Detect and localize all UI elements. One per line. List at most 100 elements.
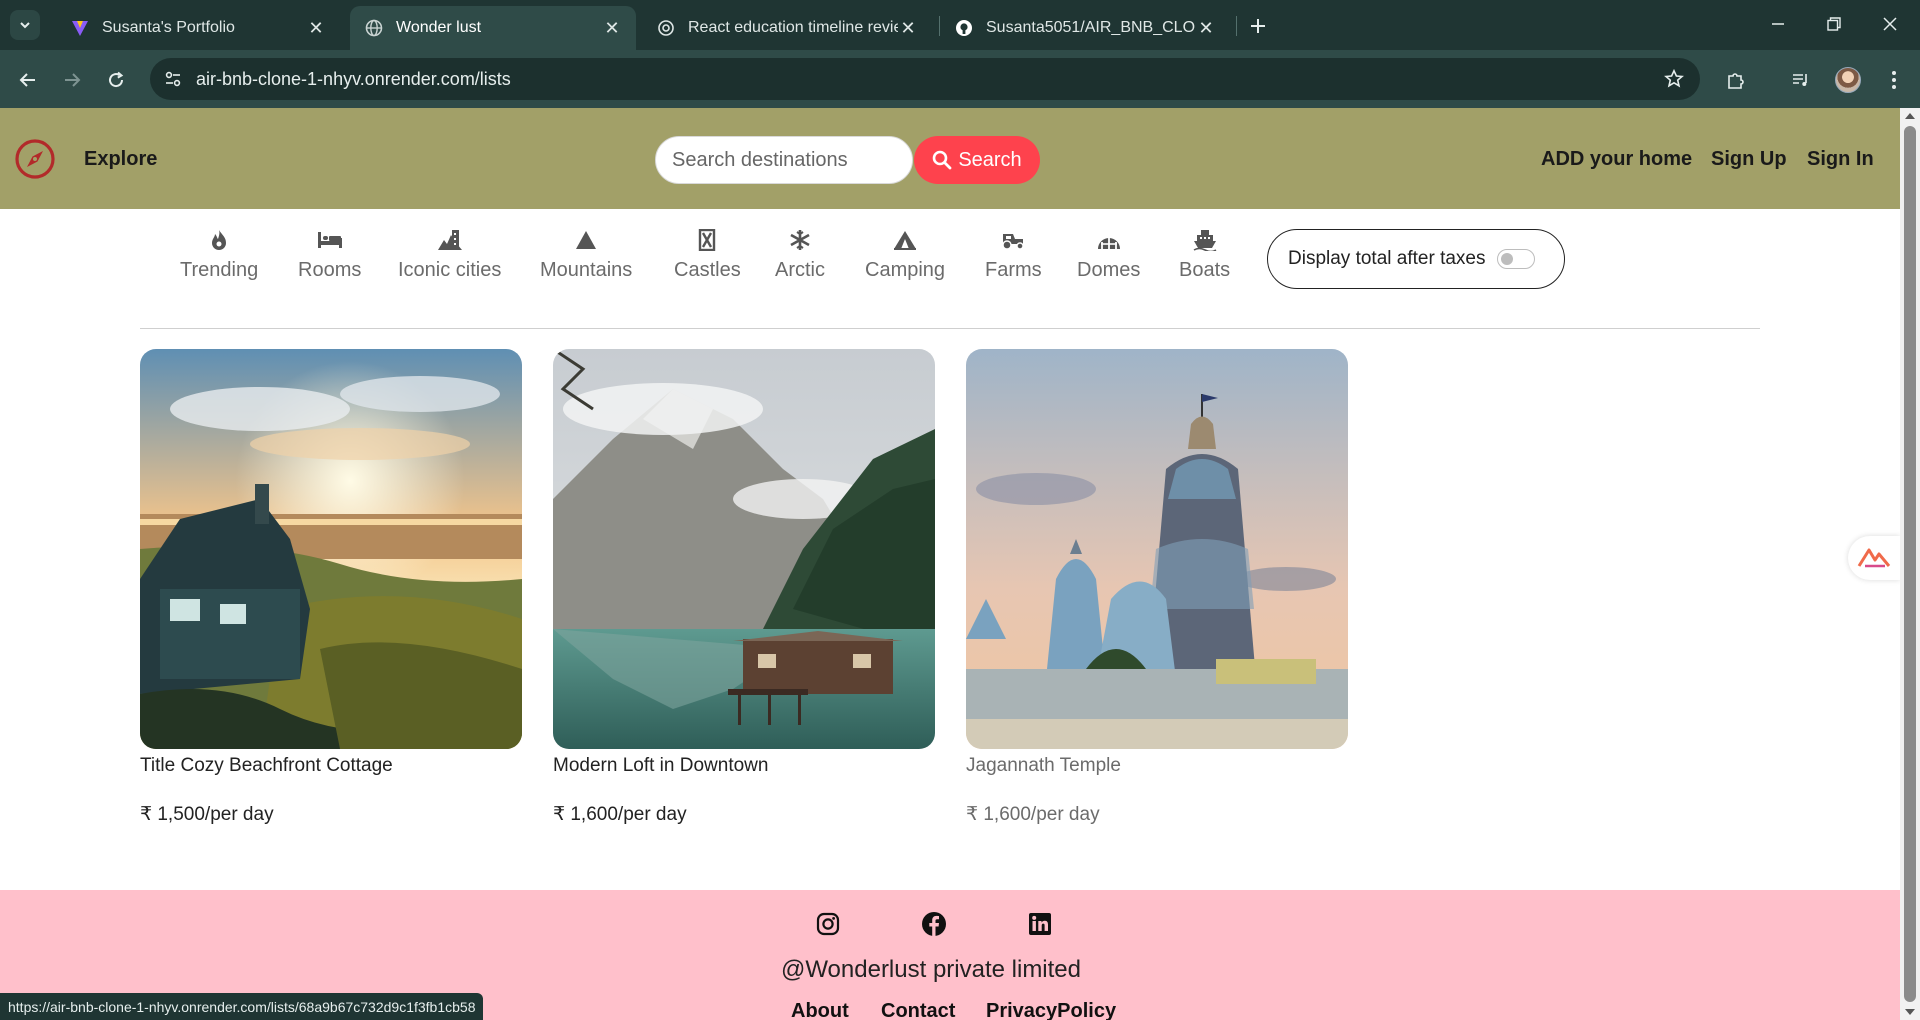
listing-image-beach-cottage[interactable] bbox=[140, 349, 522, 749]
filter-camping[interactable]: Camping bbox=[865, 227, 945, 282]
filter-label: Mountains bbox=[540, 259, 633, 281]
chevron-down-icon bbox=[20, 22, 30, 29]
reload-button[interactable] bbox=[100, 64, 132, 96]
filter-trending[interactable]: Trending bbox=[180, 227, 258, 282]
filter-rooms[interactable]: Rooms bbox=[298, 227, 361, 282]
copyright-text: @Wonderlust private limited bbox=[780, 956, 1082, 983]
plus-icon bbox=[1251, 19, 1265, 33]
profile-button[interactable] bbox=[1832, 64, 1864, 96]
bookmark-star-icon[interactable] bbox=[1662, 67, 1686, 91]
close-window-button[interactable] bbox=[1862, 0, 1918, 48]
listing-card[interactable]: Title Cozy Beachfront Cottage ₹ 1,500/pe… bbox=[140, 349, 522, 826]
footer-link-privacy[interactable]: PrivacyPolicy bbox=[986, 1000, 1116, 1020]
search-input[interactable] bbox=[655, 136, 913, 184]
filter-arctic[interactable]: Arctic bbox=[775, 227, 825, 282]
tab-search-button[interactable] bbox=[10, 10, 40, 40]
minimize-icon bbox=[1772, 23, 1784, 25]
tab-title: Wonder lust bbox=[396, 19, 482, 36]
explore-link[interactable]: Explore bbox=[84, 148, 157, 171]
assistant-extension-button[interactable] bbox=[1848, 536, 1900, 580]
vite-logo-icon bbox=[70, 18, 90, 38]
search-button[interactable]: Search bbox=[914, 136, 1040, 184]
arrow-left-icon bbox=[19, 73, 35, 87]
filter-domes[interactable]: Domes bbox=[1077, 227, 1140, 282]
restore-icon bbox=[1827, 17, 1841, 31]
city-icon bbox=[437, 227, 463, 253]
scroll-down-icon[interactable] bbox=[1900, 1004, 1920, 1020]
listing-title[interactable]: Modern Loft in Downtown bbox=[553, 755, 935, 777]
footer-link-contact[interactable]: Contact bbox=[881, 1000, 955, 1020]
back-button[interactable] bbox=[12, 64, 44, 96]
listing-price: ₹ 1,500/per day bbox=[140, 804, 274, 825]
more-vertical-icon bbox=[1892, 71, 1896, 89]
filter-label: Boats bbox=[1179, 259, 1231, 281]
tractor-icon bbox=[1000, 227, 1026, 253]
close-icon[interactable]: ✕ bbox=[306, 18, 326, 38]
footer-link-about[interactable]: About bbox=[791, 1000, 849, 1020]
tab-separator bbox=[1236, 16, 1237, 36]
add-home-link[interactable]: ADD your home bbox=[1541, 148, 1692, 171]
filter-label: Camping bbox=[865, 259, 946, 281]
filter-label: Rooms bbox=[298, 259, 362, 281]
switch-knob bbox=[1501, 253, 1514, 265]
filter-iconic-cities[interactable]: Iconic cities bbox=[398, 227, 501, 282]
page-viewport: Explore Search ADD your home Sign Up Sig… bbox=[0, 108, 1900, 1020]
bed-icon bbox=[317, 227, 343, 253]
facebook-icon[interactable] bbox=[920, 910, 948, 938]
category-filters: Trending Rooms Iconic cities Mountains C… bbox=[0, 209, 1900, 329]
media-controls-button[interactable] bbox=[1785, 64, 1817, 96]
scroll-up-icon[interactable] bbox=[1900, 108, 1920, 124]
browser-tab-strip: Susanta's Portfolio ✕ Wonder lust ✕ Reac… bbox=[0, 0, 1920, 50]
close-icon[interactable]: ✕ bbox=[602, 18, 622, 38]
listing-title[interactable]: Jagannath Temple bbox=[966, 755, 1348, 777]
sign-up-link[interactable]: Sign Up bbox=[1711, 148, 1787, 171]
close-icon[interactable]: ✕ bbox=[1196, 18, 1216, 38]
listing-image-jagannath-temple[interactable] bbox=[966, 349, 1348, 749]
tax-toggle-label: Display total after taxes bbox=[1288, 248, 1486, 269]
tax-toggle[interactable]: Display total after taxes bbox=[1267, 229, 1565, 289]
fire-icon bbox=[206, 227, 232, 253]
linkedin-icon[interactable] bbox=[1026, 910, 1054, 938]
tab-chatgpt[interactable]: React education timeline review ✕ bbox=[642, 6, 932, 50]
scrollbar-thumb[interactable] bbox=[1904, 126, 1916, 1002]
filter-label: Domes bbox=[1077, 259, 1141, 281]
new-tab-button[interactable] bbox=[1244, 12, 1272, 40]
browser-menu-button[interactable] bbox=[1878, 64, 1910, 96]
forward-button[interactable] bbox=[56, 64, 88, 96]
tab-wonderlust[interactable]: Wonder lust ✕ bbox=[350, 6, 636, 50]
filter-mountains[interactable]: Mountains bbox=[540, 227, 632, 282]
listing-card[interactable]: Jagannath Temple ₹ 1,600/per day bbox=[966, 349, 1348, 826]
filter-boats[interactable]: Boats bbox=[1179, 227, 1230, 282]
dome-icon bbox=[1096, 227, 1122, 253]
listing-title[interactable]: Title Cozy Beachfront Cottage bbox=[140, 755, 522, 777]
tab-github[interactable]: Susanta5051/AIR_BNB_CLONE: ✕ bbox=[940, 6, 1230, 50]
restore-button[interactable] bbox=[1806, 0, 1862, 48]
mountain-icon bbox=[573, 227, 599, 253]
address-bar[interactable]: air-bnb-clone-1-nhyv.onrender.com/lists bbox=[150, 58, 1700, 100]
compass-icon[interactable] bbox=[14, 138, 56, 180]
filter-label: Arctic bbox=[775, 259, 825, 281]
site-info-icon[interactable] bbox=[152, 58, 194, 100]
minimize-button[interactable] bbox=[1750, 0, 1806, 48]
url-text[interactable]: air-bnb-clone-1-nhyv.onrender.com/lists bbox=[196, 69, 511, 90]
close-icon[interactable]: ✕ bbox=[898, 18, 918, 38]
filter-castles[interactable]: Castles bbox=[674, 227, 741, 282]
page-scrollbar[interactable] bbox=[1900, 108, 1920, 1020]
filter-farms[interactable]: Farms bbox=[985, 227, 1042, 282]
listing-price: ₹ 1,600/per day bbox=[966, 804, 1100, 825]
assistant-logo-icon bbox=[1857, 548, 1891, 568]
playlist-icon bbox=[1793, 74, 1807, 86]
site-navbar: Explore Search ADD your home Sign Up Sig… bbox=[0, 108, 1900, 209]
tab-title: Susanta's Portfolio bbox=[102, 19, 235, 36]
extensions-button[interactable] bbox=[1720, 64, 1752, 96]
listing-image-mountain-lake[interactable] bbox=[553, 349, 935, 749]
ship-icon bbox=[1192, 227, 1218, 253]
listing-card[interactable]: Modern Loft in Downtown ₹ 1,600/per day bbox=[553, 349, 935, 826]
tax-switch[interactable] bbox=[1497, 249, 1536, 269]
tab-portfolio[interactable]: Susanta's Portfolio ✕ bbox=[56, 6, 340, 50]
sign-in-link[interactable]: Sign In bbox=[1807, 148, 1874, 171]
search-icon bbox=[933, 150, 952, 170]
instagram-icon[interactable] bbox=[814, 910, 842, 938]
filter-label: Castles bbox=[674, 259, 741, 281]
listing-price: ₹ 1,600/per day bbox=[553, 804, 687, 825]
